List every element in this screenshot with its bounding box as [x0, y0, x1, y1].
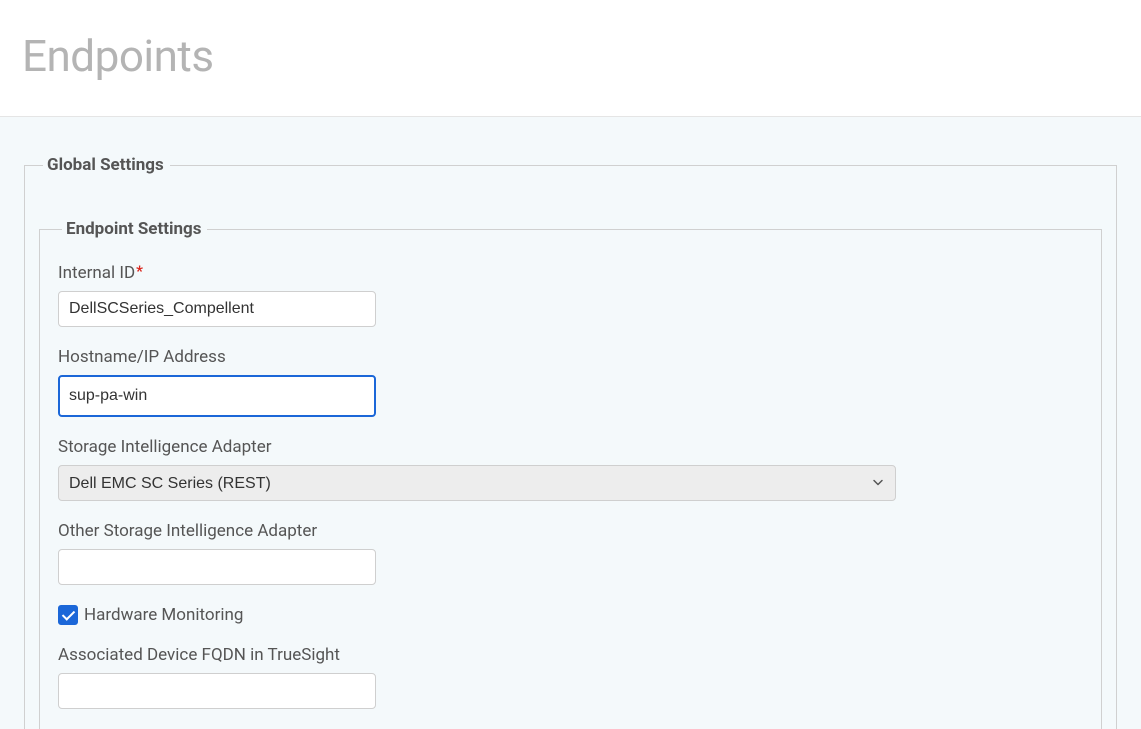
endpoint-settings-fieldset: Endpoint Settings Internal ID* Hostname/… [39, 219, 1102, 729]
page-header: Endpoints [0, 0, 1141, 116]
fqdn-row: Associated Device FQDN in TrueSight [58, 645, 1083, 709]
internal-id-label-text: Internal ID [58, 263, 135, 283]
other-adapter-label: Other Storage Intelligence Adapter [58, 521, 1083, 541]
hostname-input[interactable] [58, 375, 376, 417]
content-area: Global Settings Endpoint Settings Intern… [0, 116, 1141, 729]
adapter-label: Storage Intelligence Adapter [58, 437, 1083, 457]
global-settings-fieldset: Global Settings Endpoint Settings Intern… [24, 155, 1117, 729]
hardware-monitoring-row: Hardware Monitoring [58, 605, 1083, 625]
hostname-label: Hostname/IP Address [58, 347, 1083, 367]
internal-id-row: Internal ID* [58, 263, 1083, 327]
hardware-monitoring-label: Hardware Monitoring [84, 605, 243, 625]
internal-id-label: Internal ID* [58, 263, 1083, 283]
other-adapter-row: Other Storage Intelligence Adapter [58, 521, 1083, 585]
required-indicator-icon: * [136, 262, 143, 280]
other-adapter-input[interactable] [58, 549, 376, 585]
internal-id-input[interactable] [58, 291, 376, 327]
hardware-monitoring-checkbox[interactable] [58, 605, 78, 625]
adapter-select[interactable]: Dell EMC SC Series (REST) [58, 465, 896, 501]
fqdn-label: Associated Device FQDN in TrueSight [58, 645, 1083, 665]
adapter-row: Storage Intelligence Adapter Dell EMC SC… [58, 437, 1083, 501]
endpoint-settings-legend: Endpoint Settings [62, 219, 207, 239]
adapter-select-wrapper: Dell EMC SC Series (REST) [58, 465, 896, 501]
global-settings-legend: Global Settings [43, 155, 170, 175]
fqdn-input[interactable] [58, 673, 376, 709]
hostname-row: Hostname/IP Address [58, 347, 1083, 417]
page-title: Endpoints [22, 30, 1119, 82]
